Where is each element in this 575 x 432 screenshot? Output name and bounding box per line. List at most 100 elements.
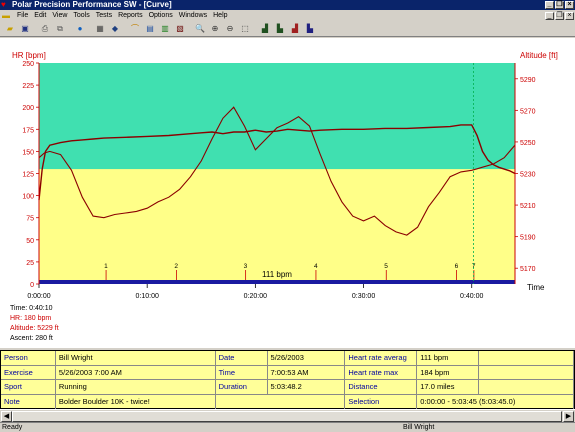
scroll-right-icon[interactable]: ▶ — [563, 411, 574, 422]
menu-tools[interactable]: Tools — [70, 11, 92, 21]
table-icon[interactable]: ▤ — [143, 22, 157, 35]
toolbar: ▰ ▣ ⎙ ⧉ ● ▦ ◆ ⌒ ▤ ▥ ▧ 🔍 ⊕ ⊖ ⬚ ▟ ▙ ▟ ▙ — [0, 21, 575, 37]
zoom-in-icon[interactable]: ⊕ — [208, 22, 222, 35]
mdi-restore-button[interactable]: ❐ — [555, 12, 564, 20]
info-value: 17.0 miles — [417, 380, 480, 394]
lap-label: 2 — [174, 263, 178, 270]
info-label: Distance — [345, 380, 418, 394]
info-value: 5:03:48.2 — [268, 380, 346, 394]
time-axis-bar — [39, 280, 515, 284]
calendar-icon[interactable]: ▦ — [93, 22, 107, 35]
info-row: Person Bill Wright Date 5/26/2003 Heart rate… — [1, 351, 574, 366]
info-label: Heart rate averag — [345, 351, 418, 365]
hr-zone-band — [39, 63, 515, 170]
document-icon: ▬ — [2, 11, 10, 20]
cursor-readout: 111 bpm — [262, 270, 292, 279]
print-icon[interactable]: ⎙ — [38, 22, 52, 35]
info-value: 7:00:53 AM — [268, 365, 346, 379]
menu-view[interactable]: View — [49, 11, 70, 21]
lap-label: 4 — [314, 263, 318, 270]
window-title: Polar Precision Performance SW - [Curve] — [12, 0, 172, 9]
lap-label: 3 — [244, 263, 248, 270]
select-icon[interactable]: ⬚ — [238, 22, 252, 35]
menu-options[interactable]: Options — [146, 11, 176, 21]
heart-app-icon: ♥ — [1, 0, 6, 9]
info-value: Bill Wright — [56, 351, 216, 365]
info-label: Person — [1, 351, 56, 365]
altitude-tick-label: 5270 — [520, 108, 536, 115]
cursor-ascent: Ascent: 280 ft — [10, 335, 53, 342]
altitude-axis-label: Altitude [ft] — [520, 51, 558, 60]
curve-chart[interactable]: 1234567 250 225 200 175 150 125 100 75 50 25 0 5290… — [0, 38, 575, 348]
book-icon[interactable]: ◆ — [108, 22, 122, 35]
hr-tick-label: 100 — [22, 194, 34, 201]
bar-chart-1-icon[interactable]: ▟ — [258, 22, 272, 35]
cursor-hr: HR: 180 bpm — [10, 315, 51, 322]
menu-edit[interactable]: Edit — [31, 11, 49, 21]
menu-reports[interactable]: Reports — [115, 11, 146, 21]
info-value: 5/26/2003 — [268, 351, 346, 365]
cursor-time: Time: 0:40:10 — [10, 305, 53, 312]
globe-icon[interactable]: ● — [73, 22, 87, 35]
hr-axis-label: HR [bpm] — [12, 51, 46, 60]
status-bar: Ready Bill Wright — [0, 422, 575, 432]
cursor-altitude: Altitude: 5229 ft — [10, 325, 59, 332]
bar-chart-3-icon[interactable]: ▟ — [288, 22, 302, 35]
lap-label: 5 — [384, 263, 388, 270]
info-label: Sport — [1, 380, 56, 394]
info-value — [479, 365, 574, 379]
info-label: Duration — [216, 380, 268, 394]
time-tick-label: 0:20:00 — [244, 293, 267, 300]
info-value: Bolder Boulder 10K - twice! — [56, 394, 216, 409]
menu-windows[interactable]: Windows — [176, 11, 210, 21]
horizontal-scrollbar[interactable]: ◀ ▶ — [0, 409, 575, 422]
hr-tick-label: 75 — [26, 216, 34, 223]
info-label: Exercise — [1, 365, 56, 379]
chart-icon[interactable]: ▥ — [158, 22, 172, 35]
restore-button[interactable]: ❐ — [555, 1, 564, 9]
info-label: Heart rate max — [345, 365, 418, 379]
open-icon[interactable]: ▰ — [3, 22, 17, 35]
copy-icon[interactable]: ⧉ — [53, 22, 67, 35]
hr-tick-label: 150 — [22, 149, 34, 156]
altitude-tick-label: 5290 — [520, 77, 536, 84]
info-label: Selection — [345, 394, 418, 409]
zoom-icon[interactable]: 🔍 — [193, 22, 207, 35]
time-tick-label: 0:00:00 — [27, 293, 50, 300]
menu-help[interactable]: Help — [210, 11, 230, 21]
time-tick-label: 0:10:00 — [136, 293, 159, 300]
exercise-info-table: Person Bill Wright Date 5/26/2003 Heart rate… — [0, 350, 575, 409]
status-text: Ready — [2, 424, 23, 431]
altitude-tick-label: 5230 — [520, 172, 536, 179]
hr-tick-label: 125 — [22, 172, 34, 179]
laps-icon[interactable]: ▧ — [173, 22, 187, 35]
info-value: Running — [56, 380, 216, 394]
hr-tick-label: 25 — [26, 260, 34, 267]
mdi-close-button[interactable]: × — [565, 12, 574, 20]
hr-tick-label: 200 — [22, 105, 34, 112]
info-value — [479, 351, 574, 365]
info-row: Exercise 5/26/2003 7:00 AM Time 7:00:53 AM H… — [1, 365, 574, 380]
zoom-out-icon[interactable]: ⊖ — [223, 22, 237, 35]
menu-file[interactable]: File — [14, 11, 31, 21]
altitude-tick-label: 5170 — [520, 266, 536, 273]
curve-icon[interactable]: ⌒ — [128, 22, 142, 35]
time-axis-label: Time — [527, 283, 545, 292]
window-title-bar: ♥ Polar Precision Performance SW - [Curv… — [0, 0, 575, 10]
scroll-left-icon[interactable]: ◀ — [1, 411, 12, 422]
bar-chart-4-icon[interactable]: ▙ — [303, 22, 317, 35]
lap-label: 1 — [104, 263, 108, 270]
info-value: 0:00:00 - 5:03:45 (5:03:45.0) — [417, 394, 574, 409]
close-button[interactable]: × — [565, 1, 574, 9]
info-row: Note Bolder Boulder 10K - twice! Selection… — [1, 394, 574, 409]
time-tick-label: 0:30:00 — [352, 293, 375, 300]
mdi-minimize-button[interactable]: _ — [545, 12, 554, 20]
save-icon[interactable]: ▣ — [18, 22, 32, 35]
hr-tick-label: 0 — [30, 282, 34, 289]
scrollbar-thumb[interactable] — [12, 411, 562, 422]
info-label: Note — [1, 394, 56, 409]
menu-tests[interactable]: Tests — [93, 11, 115, 21]
minimize-button[interactable]: _ — [545, 1, 554, 9]
bar-chart-2-icon[interactable]: ▙ — [273, 22, 287, 35]
info-label: Date — [216, 351, 268, 365]
